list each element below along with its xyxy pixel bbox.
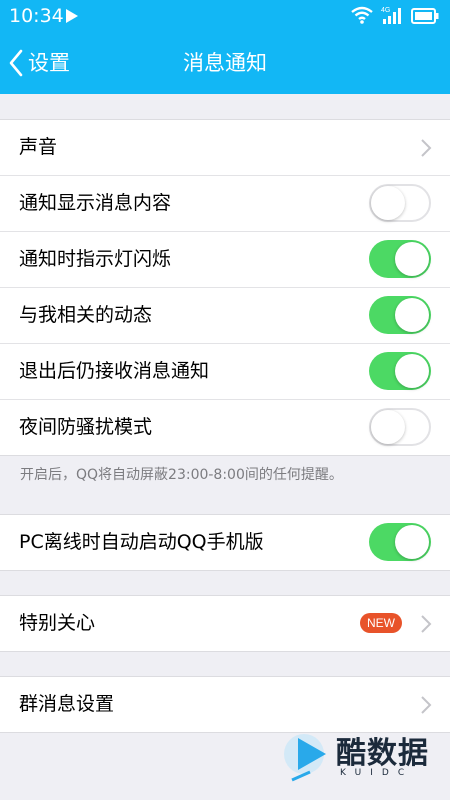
special-care-group: 特别关心 NEW	[0, 595, 450, 652]
network-type-label: 4G	[381, 7, 390, 14]
night-mode-note: 开启后，QQ将自动屏蔽23:00-8:00间的任何提醒。	[20, 467, 343, 483]
play-icon	[66, 9, 78, 23]
special-care-row[interactable]: 特别关心 NEW	[0, 596, 450, 651]
related-updates-row: 与我相关的动态	[0, 288, 450, 344]
group-message-label: 群消息设置	[19, 693, 115, 715]
watermark-subtext: KUIDC	[340, 768, 414, 778]
night-mode-label: 夜间防骚扰模式	[19, 416, 153, 438]
night-mode-row: 夜间防骚扰模式	[0, 400, 450, 455]
indicator-light-label: 通知时指示灯闪烁	[19, 248, 172, 270]
chevron-right-icon	[421, 615, 432, 633]
night-mode-toggle[interactable]	[369, 408, 431, 446]
special-care-label: 特别关心	[19, 612, 96, 634]
battery-icon	[411, 8, 439, 24]
receive-after-exit-toggle[interactable]	[369, 352, 431, 390]
indicator-light-toggle[interactable]	[369, 240, 431, 278]
chevron-right-icon	[421, 139, 432, 157]
group-message-row[interactable]: 群消息设置	[0, 677, 450, 732]
receive-after-exit-row: 退出后仍接收消息通知	[0, 344, 450, 400]
chevron-right-icon	[421, 696, 432, 714]
pc-settings-group: PC离线时自动启动QQ手机版	[0, 514, 450, 571]
play-logo-icon	[284, 734, 326, 782]
notification-settings-group: 声音 通知显示消息内容 通知时指示灯闪烁 与我相关的动态 退出后仍接收消息通知 …	[0, 119, 450, 456]
toggle-knob	[395, 298, 429, 332]
status-time: 10:34	[9, 5, 64, 27]
indicator-light-row: 通知时指示灯闪烁	[0, 232, 450, 288]
watermark-text: 酷数据	[336, 736, 429, 771]
pc-auto-start-row: PC离线时自动启动QQ手机版	[0, 515, 450, 570]
receive-after-exit-label: 退出后仍接收消息通知	[19, 360, 210, 382]
related-updates-toggle[interactable]	[369, 296, 431, 334]
toggle-knob	[395, 525, 429, 559]
group-message-group: 群消息设置	[0, 676, 450, 733]
page-title: 消息通知	[183, 51, 267, 75]
sound-row[interactable]: 声音	[0, 120, 450, 176]
status-bar: 10:34 4G	[0, 0, 450, 32]
sound-label: 声音	[19, 136, 58, 158]
show-content-row: 通知显示消息内容	[0, 176, 450, 232]
toggle-knob	[371, 186, 405, 220]
toggle-knob	[395, 354, 429, 388]
show-content-toggle[interactable]	[369, 184, 431, 222]
nav-bar: 设置 消息通知	[0, 32, 450, 94]
pc-auto-start-label: PC离线时自动启动QQ手机版	[19, 531, 264, 553]
new-badge: NEW	[360, 613, 402, 633]
wifi-icon	[351, 6, 373, 24]
signal-icon: 4G	[381, 7, 401, 24]
show-content-label: 通知显示消息内容	[19, 192, 172, 214]
related-updates-label: 与我相关的动态	[19, 304, 153, 326]
watermark-logo: 酷数据 KUIDC	[282, 728, 442, 788]
pc-auto-start-toggle[interactable]	[369, 523, 431, 561]
toggle-knob	[371, 410, 405, 444]
toggle-knob	[395, 242, 429, 276]
